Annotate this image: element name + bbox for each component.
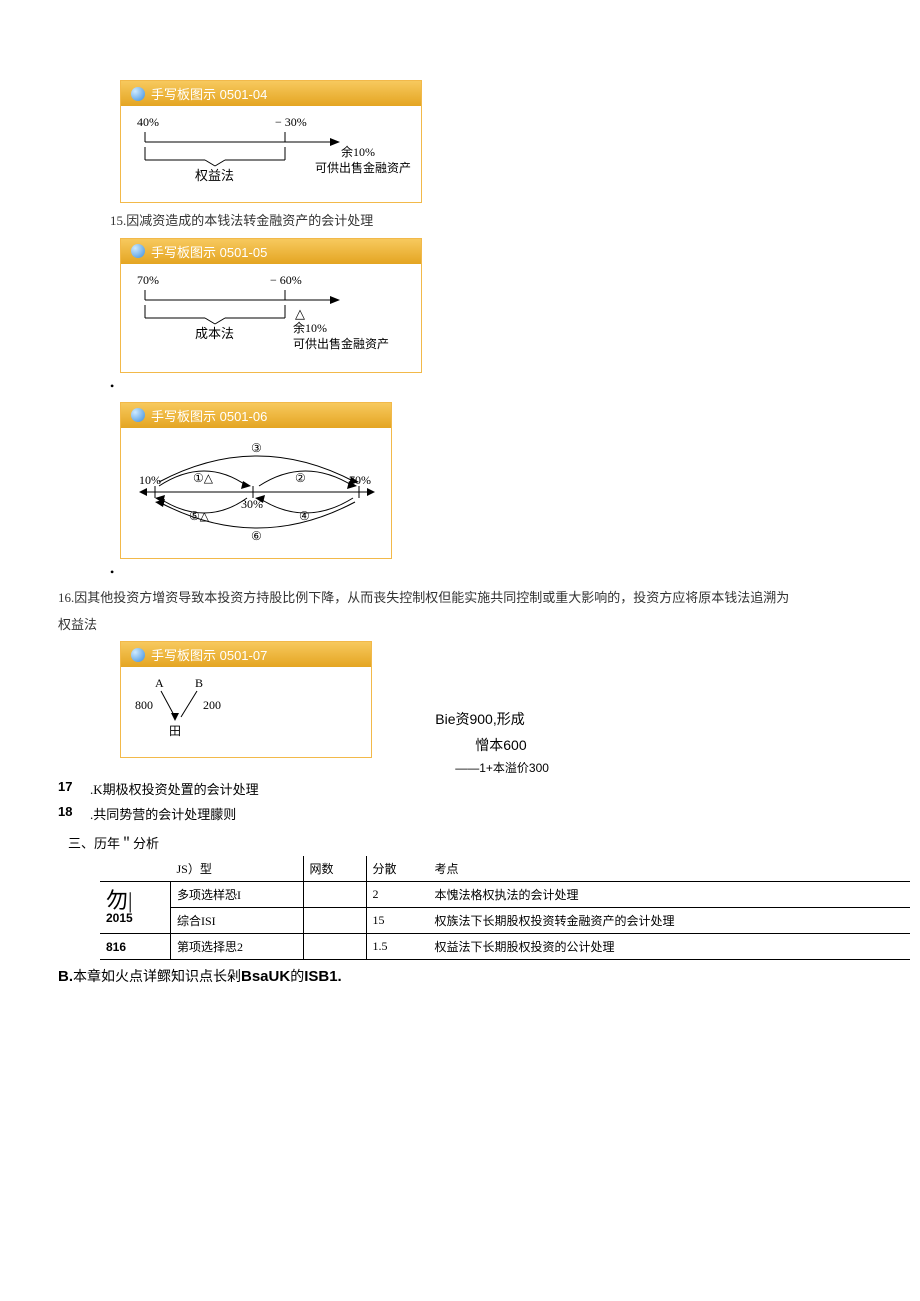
th-score: 分散 — [366, 856, 429, 882]
cell-score: 15 — [366, 908, 429, 934]
bullet-dot-1: • — [110, 379, 870, 394]
cell-topic: 权族法下长期股权投资转金融资产的会计处理 — [429, 908, 911, 934]
diagram-06-svg: 10% 30% 70% ①△ ② ③ ④ — [135, 436, 381, 548]
para-16: 16.因其他投资方增资导致本投资方持股比例下降，从而丧失控制权但能实施共同控制或… — [58, 588, 870, 609]
svg-text:70%: 70% — [137, 273, 159, 287]
footer-b: B. — [58, 968, 73, 985]
globe-icon — [131, 244, 145, 258]
item-17: 17 .K期极权投资处置的会计处理 — [58, 779, 870, 798]
globe-icon — [131, 408, 145, 422]
year-2015: 2015 — [106, 911, 164, 925]
analysis-table: JS）型 网数 分散 考点 勿| 2015 多项选样恐I 2 本愧法格权执法的会… — [100, 856, 910, 960]
item-17-text: .K期极权投资处置的会计处理 — [90, 779, 259, 798]
globe-icon — [131, 87, 145, 101]
diagram-05-svg: 70% − 60% △ 成本法 余10% 可供出售金融资产 — [135, 272, 411, 362]
cell-score: 1.5 — [366, 934, 429, 960]
diagram-07-sidetext: Bie资900,形成 憎本600 ——1+本溢价300 — [435, 709, 549, 773]
footer-mid2: 的 — [290, 968, 304, 984]
footer-b2: ISB1. — [304, 968, 342, 985]
table-row: 816 第项选择思2 1.5 权益法下长期股权投资的公计处理 — [100, 934, 910, 960]
globe-icon — [131, 648, 145, 662]
diagram-06-header: 手写板图示 0501-06 — [121, 403, 391, 428]
diagram-05-header: 手写板图示 0501-05 — [121, 239, 421, 264]
th-topic: 考点 — [429, 856, 911, 882]
svg-text:10%: 10% — [139, 473, 161, 487]
d04-40: 40% — [137, 115, 159, 129]
svg-text:A: A — [155, 676, 164, 690]
item-18-num: 18 — [58, 804, 82, 823]
item-17-num: 17 — [58, 779, 82, 798]
d07-line2: 憎本600 — [475, 737, 526, 753]
diagram-0501-05: 手写板图示 0501-05 70% − 60% △ — [120, 238, 870, 373]
diagram-05-title: 手写板图示 0501-05 — [151, 242, 267, 261]
d04-30: − 30% — [275, 115, 307, 129]
svg-text:③: ③ — [251, 441, 262, 455]
table-row: 综合ISI 15 权族法下长期股权投资转金融资产的会计处理 — [100, 908, 910, 934]
footer-mid: 本章如火点详鳏知识点长剁 — [73, 968, 241, 984]
svg-text:余10%: 余10% — [293, 320, 327, 335]
d07-line3: ——1+本溢价300 — [455, 761, 549, 773]
d04-rest: 余10% — [341, 144, 375, 159]
svg-text:⑥: ⑥ — [251, 529, 262, 543]
cell-type: 多项选样恐I — [171, 882, 304, 908]
diagram-0501-07-row: 手写板图示 0501-07 A B 800 200 田 Bie资900,形成 憎… — [120, 641, 870, 773]
para-16-text: 16.因其他投资方增资导致本投资方持股比例下降，从而丧失控制权但能实施共同控制或… — [58, 590, 789, 605]
diagram-07-title: 手写板图示 0501-07 — [151, 645, 267, 664]
d04-method: 权益法 — [195, 168, 234, 183]
th-type: JS）型 — [171, 856, 304, 882]
diagram-0501-06: 手写板图示 0501-06 10% 30% 70% — [120, 402, 870, 559]
item-18-text: .共同势营的会计处理朦则 — [90, 804, 236, 823]
footer-line: B.本章如火点详鳏知识点长剁BsaUK的ISB1. — [58, 966, 870, 986]
svg-text:可供出售金融资产: 可供出售金融资产 — [293, 336, 389, 351]
diagram-04-title: 手写板图示 0501-04 — [151, 84, 267, 103]
table-row: 勿| 2015 多项选样恐I 2 本愧法格权执法的会计处理 — [100, 882, 910, 908]
svg-text:800: 800 — [135, 698, 153, 712]
year-glyph: 勿| — [106, 891, 164, 911]
year-816: 816 — [100, 934, 171, 960]
svg-text:B: B — [195, 676, 203, 690]
cell-count — [303, 882, 366, 908]
cell-topic: 本愧法格权执法的会计处理 — [429, 882, 911, 908]
svg-text:成本法: 成本法 — [195, 326, 234, 341]
diagram-0501-04: 手写板图示 0501-04 40% − 30% 权 — [120, 80, 870, 203]
footer-b1: BsaUK — [241, 968, 290, 985]
diagram-04-svg: 40% − 30% 权益法 余10% 可供出售金融资产 — [135, 114, 411, 192]
diagram-07-svg: A B 800 200 田 — [135, 675, 275, 741]
para-16b: 权益法 — [58, 615, 870, 636]
document-page: 手写板图示 0501-04 40% − 30% 权 — [0, 0, 920, 1026]
th-count: 网数 — [303, 856, 366, 882]
para-15: 15.因减资造成的本钱法转金融资产的会计处理 — [110, 211, 870, 232]
svg-text:①△: ①△ — [193, 471, 214, 485]
section-three-title: 三、历年＂分析 — [68, 833, 870, 852]
cell-count — [303, 934, 366, 960]
svg-text:200: 200 — [203, 698, 221, 712]
svg-text:− 60%: − 60% — [270, 273, 302, 287]
diagram-04-header: 手写板图示 0501-04 — [121, 81, 421, 106]
d04-asset: 可供出售金融资产 — [315, 160, 411, 175]
diagram-07-header: 手写板图示 0501-07 — [121, 642, 371, 667]
svg-text:田: 田 — [169, 724, 181, 738]
cell-count — [303, 908, 366, 934]
svg-text:②: ② — [295, 471, 306, 485]
item-18: 18 .共同势营的会计处理朦则 — [58, 804, 870, 823]
svg-text:△: △ — [295, 306, 305, 321]
cell-type: 综合ISI — [171, 908, 304, 934]
table-header-row: JS）型 网数 分散 考点 — [100, 856, 910, 882]
diagram-06-title: 手写板图示 0501-06 — [151, 406, 267, 425]
cell-type: 第项选择思2 — [171, 934, 304, 960]
d07-line1: Bie资900,形成 — [435, 711, 524, 727]
bullet-dot-2: • — [110, 565, 870, 580]
analysis-table-wrap: JS）型 网数 分散 考点 勿| 2015 多项选样恐I 2 本愧法格权执法的会… — [100, 856, 910, 960]
cell-score: 2 — [366, 882, 429, 908]
cell-topic: 权益法下长期股权投资的公计处理 — [429, 934, 911, 960]
